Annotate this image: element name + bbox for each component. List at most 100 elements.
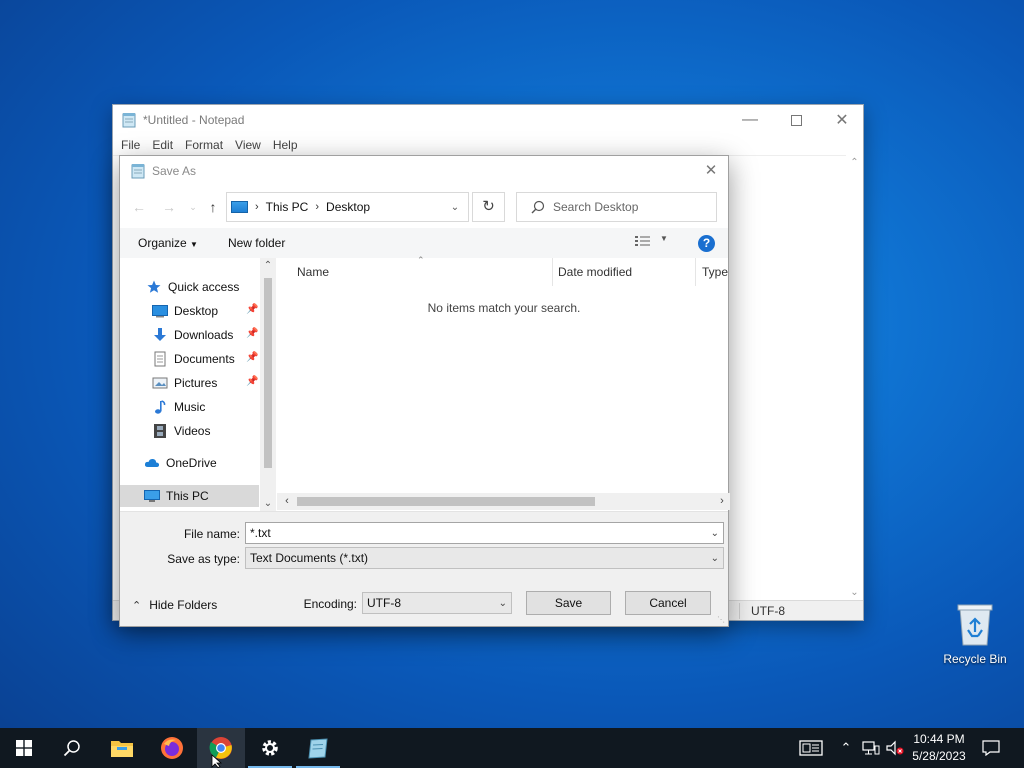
computer-icon [231, 201, 248, 213]
desktop-folder-icon [152, 303, 168, 319]
chevron-down-icon[interactable]: ⌄ [711, 523, 719, 543]
breadcrumb-separator-icon[interactable]: › [255, 201, 259, 213]
task-view-icon[interactable] [798, 739, 824, 757]
column-header-date-modified[interactable]: Date modified [558, 265, 632, 279]
column-header-type[interactable]: Type [702, 265, 728, 279]
scrollbar-thumb[interactable] [264, 278, 272, 468]
close-icon[interactable]: ✕ [819, 105, 865, 135]
pin-icon[interactable]: 📌 [246, 304, 258, 315]
hide-folders-button[interactable]: ⌃ Hide Folders [132, 598, 217, 612]
nav-item-documents[interactable]: Documents 📌 [120, 348, 260, 370]
address-bar[interactable]: › This PC › Desktop ⌄ [226, 192, 469, 222]
notepad-title: *Untitled - Notepad [143, 113, 245, 127]
breadcrumb-desktop[interactable]: Desktop [326, 200, 370, 214]
organize-button[interactable]: Organize ▼ [138, 236, 198, 250]
breadcrumb-this-pc[interactable]: This PC [266, 200, 309, 214]
cloud-icon [144, 455, 160, 471]
scroll-up-icon[interactable]: ⌃ [846, 157, 863, 168]
chevron-down-icon[interactable]: ⌄ [711, 548, 719, 568]
menu-help[interactable]: Help [267, 138, 304, 152]
nav-item-onedrive[interactable]: OneDrive [120, 452, 260, 474]
pin-icon[interactable]: 📌 [246, 376, 258, 387]
computer-icon [144, 488, 160, 504]
nav-item-pictures[interactable]: Pictures 📌 [120, 372, 260, 394]
menu-view[interactable]: View [229, 138, 267, 152]
menu-file[interactable]: File [115, 138, 146, 152]
nav-item-label: Documents [174, 352, 235, 366]
up-arrow-icon[interactable]: ↑ [202, 196, 224, 218]
nav-item-quick-access[interactable]: Quick access [120, 276, 260, 298]
start-button[interactable] [0, 728, 48, 768]
minimize-icon[interactable]: — [727, 105, 773, 135]
chevron-down-icon[interactable]: ⌄ [444, 193, 466, 221]
recycle-bin-icon [956, 602, 994, 646]
close-icon[interactable]: ✕ [700, 160, 722, 182]
new-folder-button[interactable]: New folder [228, 236, 285, 250]
taskbar-notepad[interactable] [294, 728, 342, 768]
help-icon[interactable]: ? [698, 235, 715, 252]
save-as-type-dropdown[interactable]: Text Documents (*.txt) ⌄ [245, 547, 724, 569]
resize-grip-icon[interactable]: ⋱ [717, 615, 726, 624]
navigation-bar: ← → ⌄ ↑ › This PC › Desktop ⌄ ↻ [120, 192, 728, 222]
firefox-icon [161, 737, 183, 759]
encoding-dropdown[interactable]: UTF-8 ⌄ [362, 592, 512, 614]
refresh-icon[interactable]: ↻ [472, 192, 505, 222]
folder-icon [111, 741, 133, 757]
scrollbar-thumb[interactable] [297, 497, 595, 506]
search-input[interactable] [553, 200, 703, 214]
taskbar-clock[interactable]: 10:44 PM 5/28/2023 [908, 731, 970, 765]
pin-icon[interactable]: 📌 [246, 328, 258, 339]
menu-edit[interactable]: Edit [146, 138, 179, 152]
taskbar-firefox[interactable] [148, 728, 196, 768]
file-list-horizontal-scrollbar[interactable]: ‹ › [277, 493, 730, 510]
forward-arrow-icon[interactable]: → [158, 196, 180, 218]
navigation-pane: Quick access Desktop 📌 Downloads 📌 Docum… [120, 258, 277, 511]
dialog-titlebar[interactable]: Save As ✕ [120, 156, 728, 186]
pin-icon[interactable]: 📌 [246, 352, 258, 363]
column-header-name[interactable]: Name [297, 265, 329, 279]
save-button[interactable]: Save [526, 591, 611, 615]
back-arrow-icon[interactable]: ← [128, 196, 150, 218]
notepad-app-icon [122, 112, 136, 128]
network-icon[interactable] [861, 739, 881, 757]
nav-item-desktop[interactable]: Desktop 📌 [120, 300, 260, 322]
taskbar-settings[interactable] [246, 728, 294, 768]
file-name-combobox[interactable]: *.txt ⌄ [245, 522, 724, 544]
taskbar-file-explorer[interactable] [98, 728, 146, 768]
scroll-right-icon[interactable]: › [714, 493, 730, 510]
volume-muted-icon[interactable] [884, 739, 906, 757]
scroll-down-icon[interactable]: ⌄ [846, 587, 863, 598]
notifications-icon[interactable] [980, 739, 1002, 757]
nav-item-downloads[interactable]: Downloads 📌 [120, 324, 260, 346]
search-button[interactable] [48, 728, 96, 768]
film-icon [152, 423, 168, 439]
nav-item-music[interactable]: Music [120, 396, 260, 418]
scroll-left-icon[interactable]: ‹ [279, 493, 295, 510]
chevron-up-icon[interactable]: ⌃ [838, 739, 854, 757]
command-bar: Organize ▼ New folder ▼ ? [120, 228, 728, 258]
chevron-down-icon[interactable]: ⌄ [499, 593, 507, 613]
notepad-vertical-scrollbar[interactable]: ⌃ ⌄ [846, 155, 863, 600]
file-name-input[interactable]: *.txt [250, 526, 271, 540]
nav-item-this-pc[interactable]: This PC [120, 485, 259, 507]
recycle-bin-desktop-icon[interactable]: Recycle Bin [939, 598, 1011, 666]
notepad-titlebar[interactable]: *Untitled - Notepad — ✕ [113, 105, 863, 135]
chevron-up-icon: ⌃ [132, 599, 142, 612]
cancel-button[interactable]: Cancel [625, 591, 711, 615]
scroll-down-icon[interactable]: ⌄ [260, 498, 276, 509]
sort-ascending-icon: ⌃ [417, 255, 425, 265]
column-divider[interactable] [552, 258, 553, 286]
navigation-pane-scrollbar[interactable]: ⌃ ⌄ [260, 258, 276, 511]
breadcrumb-separator-icon[interactable]: › [315, 201, 319, 213]
recent-locations-chevron-icon[interactable]: ⌄ [182, 196, 204, 218]
status-divider [739, 603, 740, 619]
search-box[interactable] [516, 192, 717, 222]
change-view-button[interactable]: ▼ [634, 234, 674, 252]
menu-format[interactable]: Format [179, 138, 229, 152]
nav-item-label: Desktop [174, 304, 219, 318]
nav-item-videos[interactable]: Videos [120, 420, 260, 442]
column-header-row: ⌃ Name Date modified Type [277, 255, 728, 286]
maximize-icon[interactable] [773, 105, 819, 135]
column-divider[interactable] [695, 258, 696, 286]
scroll-up-icon[interactable]: ⌃ [260, 260, 276, 271]
